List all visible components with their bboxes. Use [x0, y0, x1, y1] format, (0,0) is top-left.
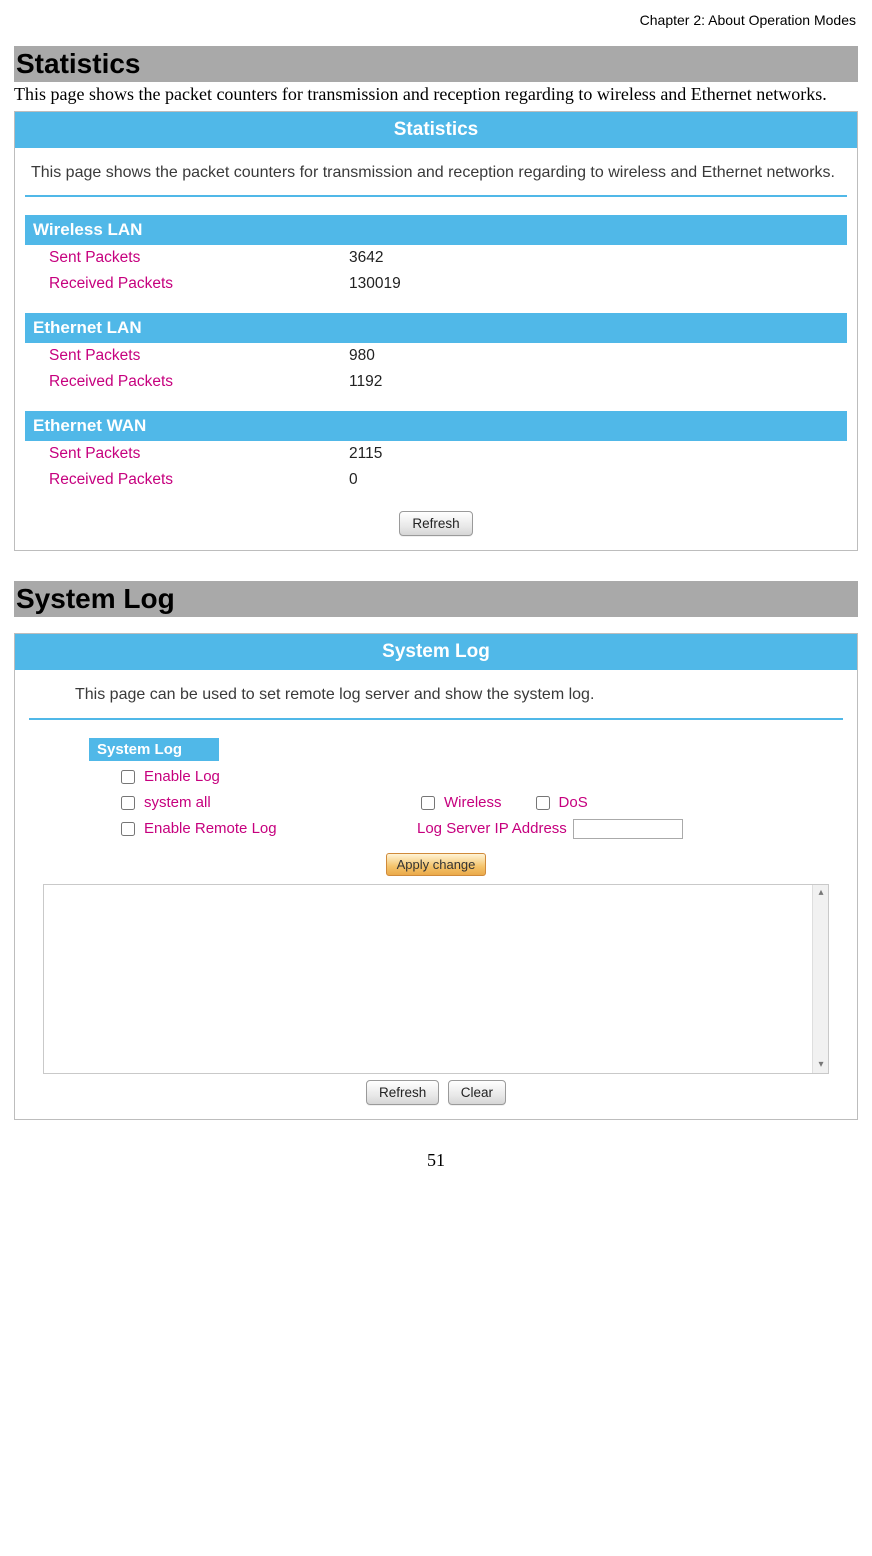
dos-label: DoS: [559, 794, 588, 811]
table-row: Received Packets 1192: [25, 369, 847, 395]
wlan-sent-label: Sent Packets: [49, 249, 349, 267]
elan-recv-label: Received Packets: [49, 373, 349, 391]
table-row: Sent Packets 2115: [25, 441, 847, 467]
refresh-button[interactable]: Refresh: [399, 511, 472, 536]
system-all-option[interactable]: system all: [117, 793, 417, 813]
enable-log-option[interactable]: Enable Log: [117, 767, 417, 787]
log-server-ip-input[interactable]: [573, 819, 683, 839]
wireless-checkbox[interactable]: [421, 796, 435, 810]
wlan-recv-value: 130019: [349, 275, 401, 293]
chapter-header: Chapter 2: About Operation Modes: [14, 12, 858, 28]
ewan-section-header: Ethernet WAN: [25, 411, 847, 441]
elan-sent-value: 980: [349, 347, 375, 365]
table-row: Sent Packets 980: [25, 343, 847, 369]
statistics-panel-desc: This page shows the packet counters for …: [25, 148, 847, 192]
statistics-panel: Statistics This page shows the packet co…: [14, 111, 858, 552]
systemlog-heading: System Log: [14, 581, 858, 617]
wireless-label: Wireless: [444, 794, 502, 811]
wlan-section-header: Wireless LAN: [25, 215, 847, 245]
enable-remote-label: Enable Remote Log: [144, 820, 277, 837]
table-row: Received Packets 0: [25, 467, 847, 493]
statistics-heading: Statistics: [14, 46, 858, 82]
scrollbar[interactable]: ▴ ▾: [812, 885, 828, 1073]
systemlog-banner: System Log: [15, 634, 857, 670]
wireless-option[interactable]: Wireless: [417, 793, 502, 813]
apply-change-button[interactable]: Apply change: [386, 853, 487, 876]
wlan-sent-value: 3642: [349, 249, 383, 267]
systemlog-settings: System Log Enable Log system all Wireles…: [89, 738, 783, 876]
enable-log-checkbox[interactable]: [121, 770, 135, 784]
systemlog-box-title: System Log: [89, 738, 219, 761]
statistics-intro: This page shows the packet counters for …: [14, 84, 858, 105]
ewan-sent-value: 2115: [349, 445, 382, 463]
elan-section-header: Ethernet LAN: [25, 313, 847, 343]
ewan-sent-label: Sent Packets: [49, 445, 349, 463]
table-row: Received Packets 130019: [25, 271, 847, 297]
ewan-recv-value: 0: [349, 471, 358, 489]
dos-option[interactable]: DoS: [532, 793, 588, 813]
divider: [25, 195, 847, 197]
enable-remote-checkbox[interactable]: [121, 822, 135, 836]
log-textarea[interactable]: ▴ ▾: [43, 884, 829, 1074]
enable-remote-option[interactable]: Enable Remote Log: [117, 819, 417, 839]
log-clear-button[interactable]: Clear: [448, 1080, 506, 1105]
system-all-checkbox[interactable]: [121, 796, 135, 810]
log-refresh-button[interactable]: Refresh: [366, 1080, 439, 1105]
elan-sent-label: Sent Packets: [49, 347, 349, 365]
wlan-recv-label: Received Packets: [49, 275, 349, 293]
page-number: 51: [14, 1150, 858, 1171]
scroll-up-icon[interactable]: ▴: [813, 885, 829, 901]
systemlog-desc: This page can be used to set remote log …: [29, 670, 843, 714]
ewan-recv-label: Received Packets: [49, 471, 349, 489]
log-server-ip-label: Log Server IP Address: [417, 820, 567, 837]
elan-recv-value: 1192: [349, 373, 382, 391]
scroll-down-icon[interactable]: ▾: [813, 1057, 829, 1073]
statistics-banner: Statistics: [15, 112, 857, 148]
divider: [29, 718, 843, 720]
system-all-label: system all: [144, 794, 211, 811]
table-row: Sent Packets 3642: [25, 245, 847, 271]
enable-log-label: Enable Log: [144, 768, 220, 785]
systemlog-panel: System Log This page can be used to set …: [14, 633, 858, 1120]
dos-checkbox[interactable]: [536, 796, 550, 810]
